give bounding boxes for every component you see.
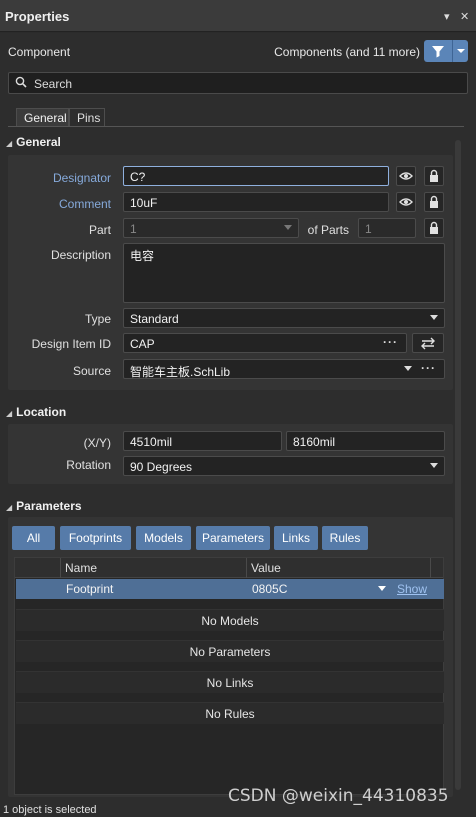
section-parameters-header[interactable]: ◢ Parameters [6, 499, 82, 513]
column-divider [430, 558, 431, 578]
comment-lock-button[interactable] [424, 192, 444, 212]
tab-general[interactable]: General [16, 108, 69, 126]
filter-links-button[interactable]: Links [274, 526, 318, 550]
filter-footprints-button[interactable]: Footprints [60, 526, 131, 550]
rotation-select[interactable]: 90 Degrees [123, 456, 445, 476]
section-general-header[interactable]: ◢ General [6, 135, 61, 149]
rotation-value: 90 Degrees [130, 460, 193, 474]
no-parameters-message: No Parameters [16, 640, 444, 662]
tab-pins[interactable]: Pins [69, 108, 105, 126]
chevron-down-icon [457, 49, 465, 53]
row-value[interactable]: 0805C [252, 582, 287, 596]
designator-lock-button[interactable] [424, 166, 444, 186]
comment-visibility-button[interactable] [396, 192, 416, 212]
comment-field[interactable]: 10uF [123, 192, 389, 212]
filter-models-button[interactable]: Models [136, 526, 191, 550]
source-value: 智能车主板.SchLib [130, 365, 231, 379]
column-divider [246, 558, 247, 578]
column-header-value[interactable]: Value [251, 561, 281, 575]
rotation-label: Rotation [66, 458, 111, 472]
y-field[interactable]: 8160mil [286, 431, 445, 451]
column-divider [60, 558, 61, 578]
more-icon[interactable]: ··· [421, 361, 436, 375]
type-select[interactable]: Standard [123, 308, 445, 328]
filter-dropdown-button[interactable] [452, 40, 468, 62]
section-general-title: General [16, 135, 61, 149]
search-box[interactable]: Search [8, 72, 468, 94]
menu-dropdown-icon[interactable]: ▾ [444, 10, 450, 23]
x-field[interactable]: 4510mil [123, 431, 282, 451]
row-name: Footprint [66, 582, 114, 596]
part-lock-button[interactable] [424, 218, 444, 238]
swap-icon [421, 337, 435, 350]
section-parameters-title: Parameters [16, 499, 82, 513]
source-label: Source [72, 364, 111, 378]
chevron-down-icon [430, 315, 438, 320]
column-header-name[interactable]: Name [65, 561, 97, 575]
source-select[interactable]: 智能车主板.SchLib ··· [123, 359, 445, 379]
component-kind-label: Component [8, 45, 71, 59]
design-item-id-field[interactable]: CAP ··· [123, 333, 407, 353]
design-item-id-label: Design Item ID [31, 337, 111, 351]
vertical-scrollbar[interactable] [455, 140, 461, 790]
description-field[interactable]: 电容 [123, 243, 445, 303]
filter-button[interactable] [424, 40, 452, 62]
no-models-message: No Models [16, 609, 444, 631]
status-text: 1 object is selected [3, 804, 97, 816]
chevron-down-icon[interactable] [378, 586, 386, 591]
filter-all-button[interactable]: All [12, 526, 55, 550]
lock-icon [430, 195, 438, 208]
collapse-triangle-icon: ◢ [6, 139, 13, 148]
eye-icon [399, 198, 413, 206]
watermark: CSDN @weixin_44310835 [228, 786, 449, 806]
chevron-down-icon [404, 366, 412, 371]
designator-field[interactable]: C? [123, 166, 389, 186]
more-icon[interactable]: ··· [383, 335, 398, 349]
filter-rules-button[interactable]: Rules [322, 526, 368, 550]
xy-label: (X/Y) [83, 436, 111, 450]
swap-button[interactable] [412, 333, 444, 353]
search-placeholder: Search [34, 77, 73, 91]
table-row[interactable]: Footprint 0805C Show [16, 579, 444, 599]
show-link[interactable]: Show [397, 582, 427, 596]
selection-summary: Components (and 11 more) [274, 45, 420, 59]
type-label: Type [84, 312, 111, 326]
title-bar: Properties ▾ ✕ [0, 0, 476, 32]
no-links-message: No Links [16, 671, 444, 693]
filter-parameters-button[interactable]: Parameters [196, 526, 270, 550]
no-rules-message: No Rules [16, 702, 444, 724]
tab-divider [8, 126, 464, 127]
part-value: 1 [130, 222, 137, 236]
collapse-triangle-icon: ◢ [6, 409, 13, 418]
description-label: Description [50, 248, 111, 262]
section-location-header[interactable]: ◢ Location [6, 405, 66, 419]
chevron-down-icon [284, 225, 292, 230]
designator-label: Designator [52, 171, 111, 185]
of-parts-field: 1 [358, 218, 416, 238]
part-select[interactable]: 1 [123, 218, 299, 238]
parameters-grid: Name Value Footprint 0805C Show No Model… [14, 557, 444, 795]
designator-visibility-button[interactable] [396, 166, 416, 186]
comment-label: Comment [58, 197, 111, 211]
lock-icon [430, 221, 438, 234]
of-parts-label: of Parts [307, 223, 349, 237]
section-location-title: Location [16, 405, 67, 419]
grid-header: Name Value [15, 558, 443, 578]
search-icon [15, 76, 27, 91]
filter-icon [432, 46, 444, 58]
collapse-triangle-icon: ◢ [6, 503, 13, 512]
eye-icon [399, 172, 413, 180]
chevron-down-icon [430, 463, 438, 468]
part-label: Part [88, 223, 111, 237]
type-value: Standard [130, 312, 179, 326]
close-icon[interactable]: ✕ [460, 10, 469, 23]
lock-icon [430, 169, 438, 182]
panel-title: Properties [5, 9, 70, 24]
design-item-id-value: CAP [130, 337, 155, 351]
